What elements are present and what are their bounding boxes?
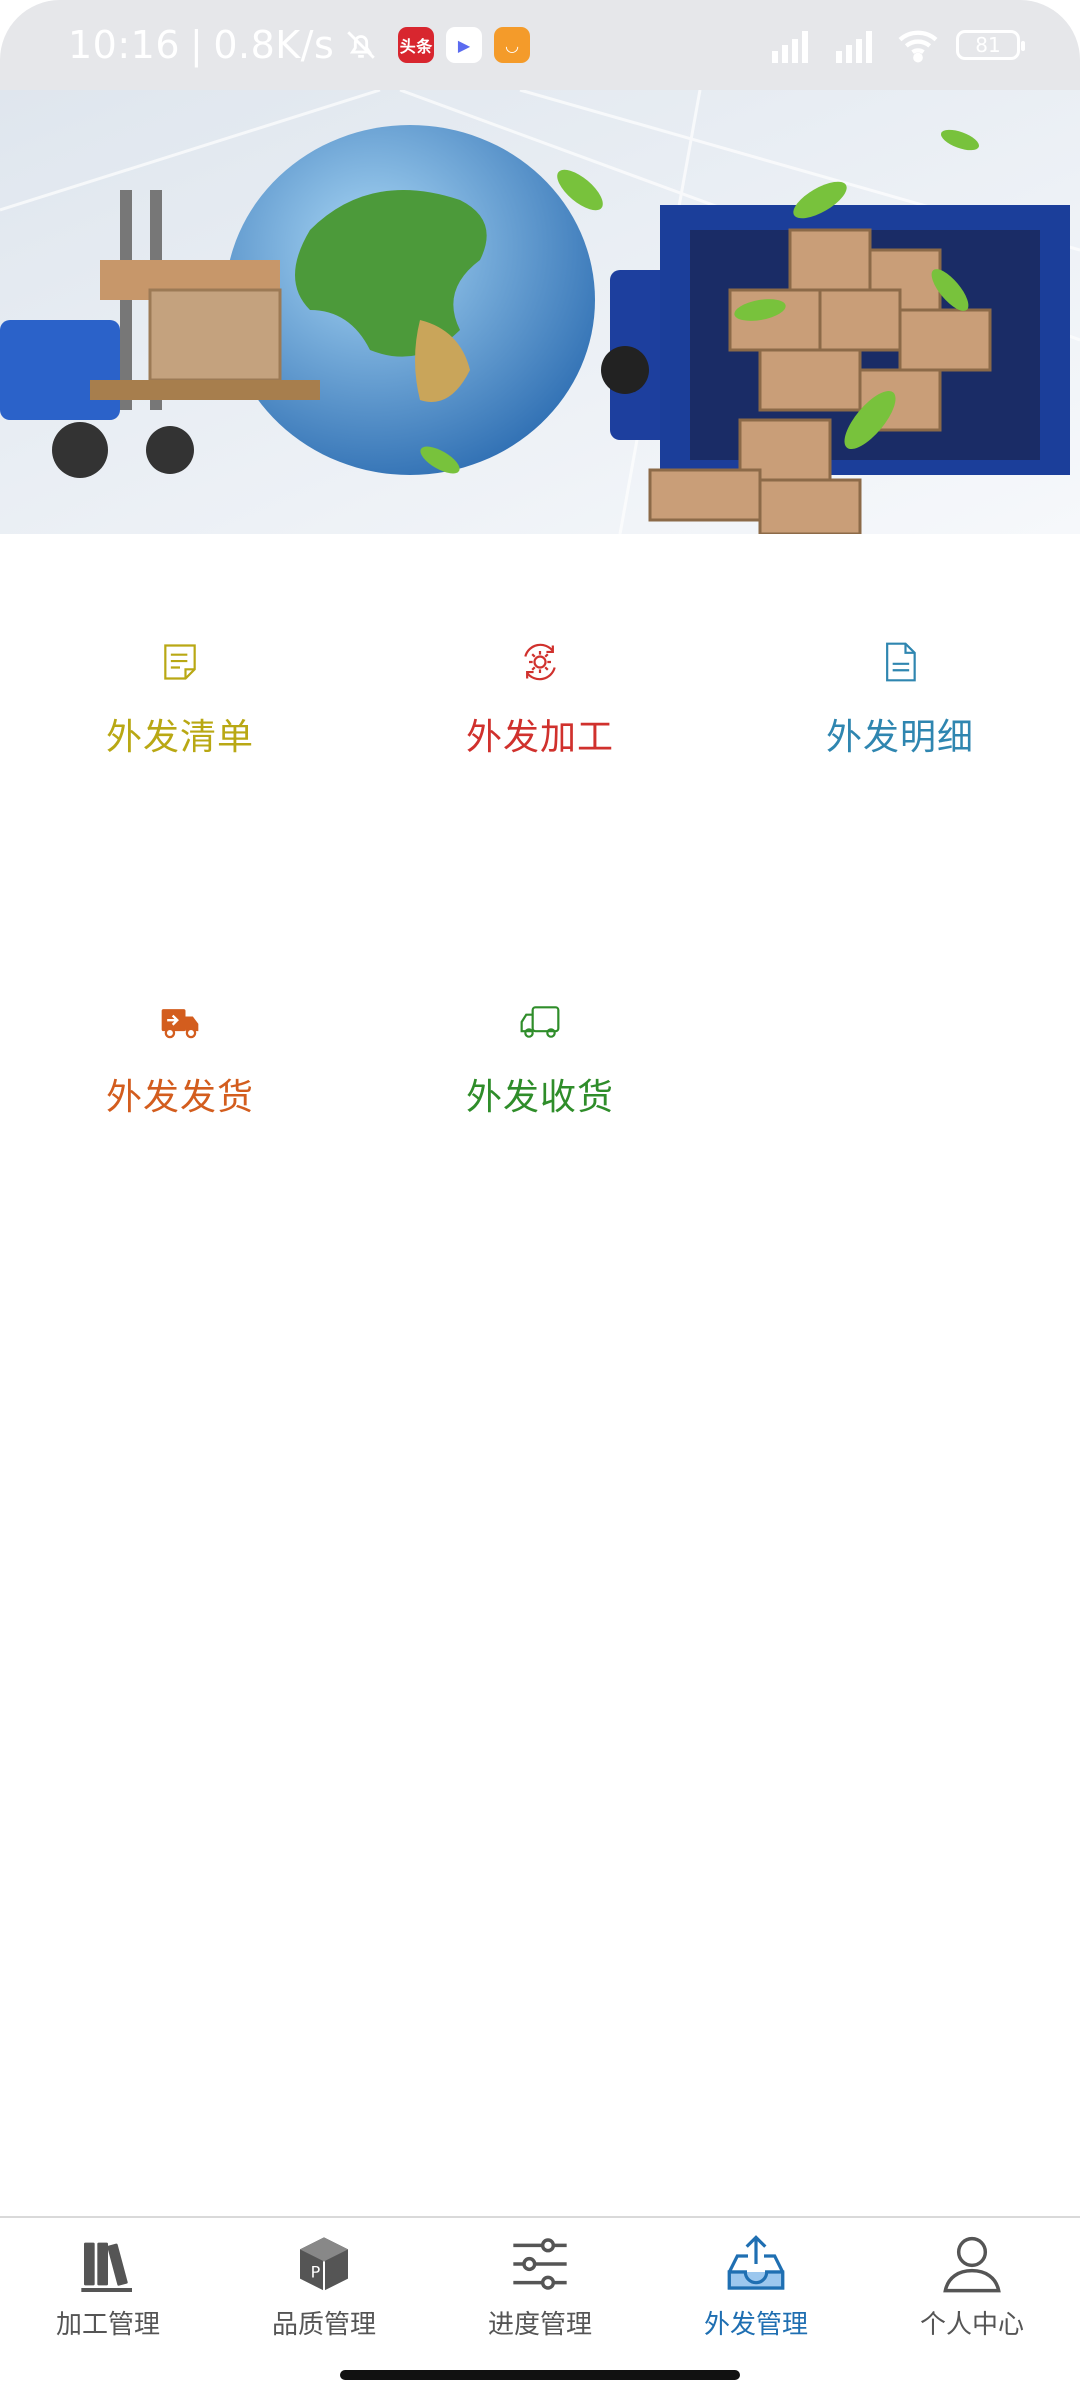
home-indicator[interactable]: [340, 2370, 740, 2380]
menu-label: 外发发货: [105, 1077, 254, 1118]
menu-item-outsource-list[interactable]: 外发清单: [0, 560, 360, 760]
person-icon: [943, 2236, 1001, 2293]
nav-label: 进度管理: [487, 2310, 592, 2340]
document-icon: [886, 642, 916, 682]
signal-icon: [772, 31, 808, 63]
status-right: 81: [768, 27, 1025, 63]
note-icon: [164, 644, 196, 680]
status-net-speed: 0.8K/s: [213, 23, 335, 67]
menu-label: 外发清单: [105, 717, 254, 758]
notification-app-icons: 头条 ▶ ◡: [398, 27, 531, 63]
banner-image: [0, 90, 1080, 534]
menu-item-outsource-processing[interactable]: 外发加工: [360, 560, 720, 760]
nav-tab-processing[interactable]: 加工管理: [0, 2218, 216, 2402]
nav-label: 品质管理: [271, 2310, 376, 2340]
signal-icon-2: [836, 31, 872, 63]
menu-item-outsource-detail[interactable]: 外发明细: [720, 560, 1080, 760]
menu-label: 外发收货: [465, 1077, 614, 1118]
status-time: 10:16: [68, 23, 181, 67]
bell-muted-icon: [347, 31, 376, 59]
menu-label: 外发加工: [465, 717, 614, 758]
nav-label: 个人中心: [919, 2310, 1024, 2340]
books-icon: [81, 2242, 132, 2292]
svg-text:P: P: [311, 2262, 321, 2281]
nav-label: 加工管理: [55, 2310, 160, 2340]
delivery-truck-icon: [161, 1009, 199, 1039]
gear-cycle-icon: [524, 643, 556, 681]
menu-label: 外发明细: [825, 717, 974, 758]
nav-tab-profile[interactable]: 个人中心: [864, 2218, 1080, 2402]
smile-app-icon: ◡: [494, 27, 531, 63]
wifi-icon: [898, 30, 938, 63]
menu-item-outsource-delivery[interactable]: 外发发货: [0, 920, 360, 1120]
nav-label: 外发管理: [703, 2310, 808, 2340]
status-left: 10:16 | 0.8K/s 头条 ▶ ◡: [68, 23, 531, 67]
toutiao-app-icon: 头条: [398, 27, 435, 63]
video-app-icon: ▶: [446, 27, 483, 63]
sliders-icon: [513, 2238, 567, 2290]
menu-item-outsource-receiving[interactable]: 外发收货: [360, 920, 720, 1120]
inbox-upload-icon: [727, 2235, 785, 2290]
box-icon: P: [300, 2237, 348, 2291]
battery-icon: 81: [956, 30, 1025, 60]
truck-outline-icon: [520, 1006, 560, 1038]
status-bar: 10:16 | 0.8K/s 头条 ▶ ◡ 81: [0, 0, 1080, 90]
